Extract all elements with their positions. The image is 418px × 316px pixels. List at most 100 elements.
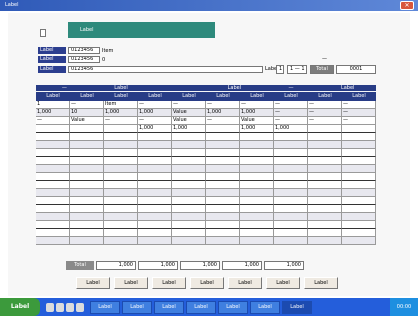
grid-cell[interactable] [104, 213, 138, 221]
grid-cell[interactable] [274, 149, 308, 157]
grid-cell[interactable] [104, 149, 138, 157]
grid-cell[interactable] [342, 149, 376, 157]
grid-cell[interactable] [138, 197, 172, 205]
grid-cell[interactable] [70, 125, 104, 133]
grid-cell[interactable] [36, 157, 70, 165]
grid-cell[interactable] [308, 197, 342, 205]
field-input[interactable]: 0123456 [68, 66, 263, 73]
action-button-7[interactable]: Label [304, 277, 338, 289]
grid-cell[interactable] [240, 149, 274, 157]
action-button-4[interactable]: Label [190, 277, 224, 289]
quick-launch-icon[interactable] [76, 302, 84, 312]
grid-cell[interactable] [308, 165, 342, 173]
grid-cell[interactable] [138, 221, 172, 229]
grid-cell[interactable] [104, 141, 138, 149]
grid-cell[interactable] [172, 205, 206, 213]
grid-cell[interactable] [206, 221, 240, 229]
grid-cell[interactable] [172, 165, 206, 173]
grid-cell[interactable] [206, 125, 240, 133]
grid-cell[interactable] [342, 141, 376, 149]
grid-cell[interactable] [240, 181, 274, 189]
grid-cell[interactable] [206, 149, 240, 157]
grid-cell[interactable] [104, 237, 138, 245]
grid-cell[interactable] [172, 197, 206, 205]
grid-cell[interactable]: — [342, 117, 376, 125]
title-bar[interactable]: Label ✕ [0, 0, 418, 11]
action-button-5[interactable]: Label [228, 277, 262, 289]
table-row[interactable] [36, 165, 376, 173]
grid-cell[interactable] [274, 173, 308, 181]
field-input[interactable]: 0123456 [68, 56, 100, 63]
grid-cell[interactable]: Value [172, 117, 206, 125]
grid-cell[interactable]: — [308, 109, 342, 117]
grid-cell[interactable] [206, 157, 240, 165]
table-row[interactable] [36, 181, 376, 189]
grid-cell[interactable] [342, 157, 376, 165]
grid-cell[interactable] [206, 165, 240, 173]
grid-cell[interactable] [36, 125, 70, 133]
grid-cell[interactable]: — [240, 101, 274, 109]
grid-cell[interactable] [342, 229, 376, 237]
grid-cell[interactable]: — [206, 117, 240, 125]
quick-launch-icon[interactable] [56, 302, 64, 312]
quick-launch-icon[interactable] [46, 302, 54, 312]
grid-cell[interactable] [70, 165, 104, 173]
grid-cell[interactable] [240, 157, 274, 165]
grid-cell[interactable] [172, 237, 206, 245]
table-row[interactable]: — Value — — Value — Value — — — [36, 117, 376, 125]
grid-cell[interactable] [240, 221, 274, 229]
grid-cell[interactable] [36, 149, 70, 157]
grid-cell[interactable] [138, 149, 172, 157]
grid-cell[interactable] [36, 133, 70, 141]
grid-cell[interactable] [104, 125, 138, 133]
range-value[interactable]: 1 — 1 [287, 65, 307, 74]
grid-cell[interactable] [36, 237, 70, 245]
grid-cell[interactable] [172, 141, 206, 149]
grid-cell[interactable]: 1,000 [206, 109, 240, 117]
grid-cell[interactable] [70, 173, 104, 181]
table-row[interactable] [36, 149, 376, 157]
grid-cell[interactable] [206, 189, 240, 197]
grid-cell[interactable] [308, 173, 342, 181]
grid-cell[interactable] [138, 141, 172, 149]
grid-cell[interactable] [172, 229, 206, 237]
action-button-3[interactable]: Label [152, 277, 186, 289]
grid-cell[interactable] [70, 197, 104, 205]
grid-cell[interactable] [36, 189, 70, 197]
grid-cell[interactable] [138, 133, 172, 141]
grid-cell[interactable]: Value [70, 117, 104, 125]
grid-cell[interactable] [240, 133, 274, 141]
grid-cell[interactable] [104, 197, 138, 205]
grid-cell[interactable]: 1,000 [36, 109, 70, 117]
grid-cell[interactable] [172, 181, 206, 189]
taskbar-item[interactable]: Label [90, 300, 120, 314]
grid-cell[interactable] [274, 165, 308, 173]
grid-cell[interactable] [36, 197, 70, 205]
grid-cell[interactable]: 1,000 [240, 125, 274, 133]
close-window-button[interactable]: ✕ [400, 1, 414, 10]
grid-cell[interactable] [274, 189, 308, 197]
grid-cell[interactable] [138, 189, 172, 197]
grid-cell[interactable] [206, 205, 240, 213]
grid-cell[interactable] [308, 205, 342, 213]
grid-cell[interactable] [240, 165, 274, 173]
grid-cell[interactable] [240, 141, 274, 149]
grid-cell[interactable] [308, 237, 342, 245]
grid-cell[interactable] [70, 189, 104, 197]
grid-cell[interactable]: Value [172, 109, 206, 117]
grid-cell[interactable] [172, 157, 206, 165]
grid-cell[interactable] [274, 229, 308, 237]
table-row[interactable]: 1 — Item — — — — — — — [36, 101, 376, 109]
grid-cell[interactable] [36, 213, 70, 221]
grid-cell[interactable]: 1,000 [138, 109, 172, 117]
grid-cell[interactable] [104, 205, 138, 213]
taskbar-item-active[interactable]: Label [282, 300, 312, 314]
total-value-box[interactable]: 0001 [336, 65, 376, 74]
grid-cell[interactable] [308, 221, 342, 229]
grid-cell[interactable] [36, 205, 70, 213]
grid-cell[interactable] [240, 237, 274, 245]
grid-cell[interactable] [36, 181, 70, 189]
grid-cell[interactable] [172, 213, 206, 221]
grid-cell[interactable]: 1,000 [138, 125, 172, 133]
grid-cell[interactable] [104, 173, 138, 181]
